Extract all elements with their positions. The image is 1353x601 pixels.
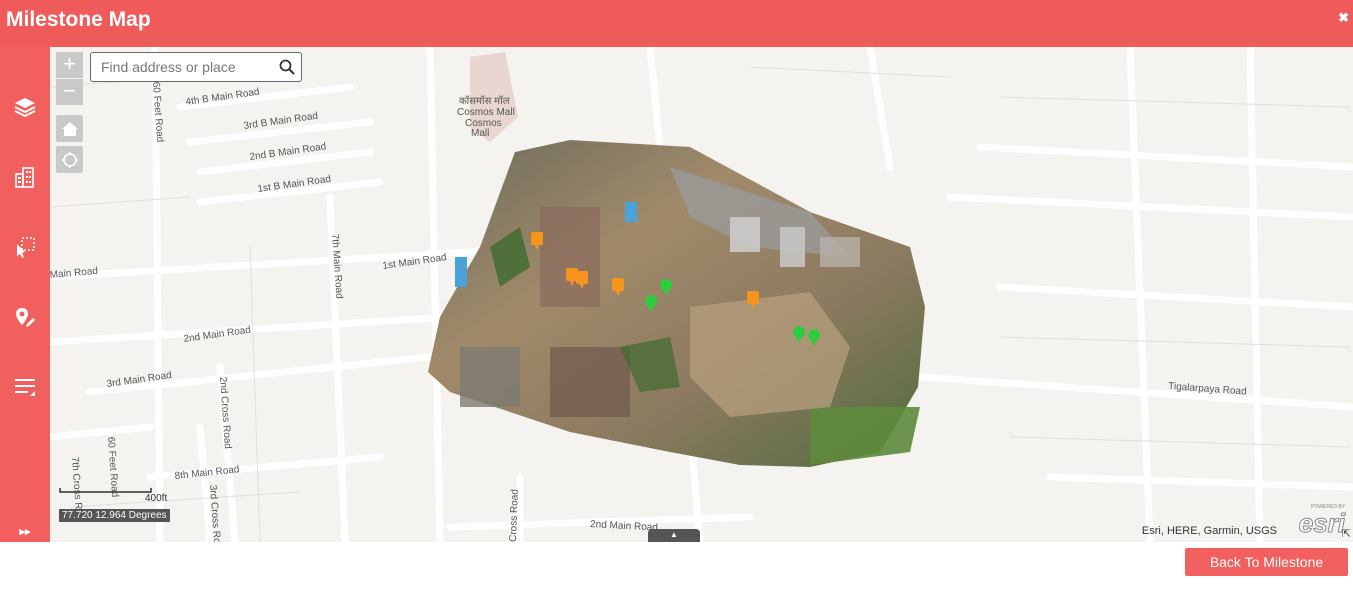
- poi-label-line3: Mall: [471, 128, 489, 139]
- legend-list-icon: [15, 379, 35, 396]
- expand-sidebar-icon[interactable]: ▸▸: [0, 525, 50, 538]
- road-label-11: 2nd Cross Road: [217, 376, 233, 449]
- resize-handle-icon[interactable]: ⇱: [1342, 527, 1351, 540]
- select-draw-button[interactable]: [0, 227, 50, 267]
- search-box: [90, 52, 302, 82]
- poi-label-hindi: कॉसमॉस मॉल: [459, 95, 510, 107]
- esri-logo: POWERED BY esri: [1298, 504, 1345, 538]
- esri-wordmark: esri: [1298, 508, 1345, 538]
- title-bar: Milestone Map ✖: [0, 0, 1353, 47]
- location-edit-icon: [16, 308, 35, 327]
- road-label-16: Cross Road: [508, 489, 521, 542]
- coordinates-readout: 77.720 12.964 Degrees: [59, 509, 170, 522]
- road-label-9: 2nd Main Road: [183, 325, 252, 345]
- road-label-5: 60 Feet Road: [150, 81, 165, 142]
- home-button[interactable]: [56, 115, 83, 142]
- location-edit-button[interactable]: [0, 297, 50, 337]
- footer: Back To Milestone: [0, 542, 1353, 601]
- locate-icon: [61, 151, 78, 168]
- zoom-out-button[interactable]: −: [56, 79, 83, 105]
- window-title: Milestone Map: [6, 8, 151, 31]
- poi-label-en: Cosmos Mall: [457, 107, 515, 118]
- search-icon[interactable]: [279, 59, 295, 80]
- buildings-icon: [15, 167, 34, 188]
- zoom-in-button[interactable]: +: [56, 52, 83, 78]
- back-to-milestone-button[interactable]: Back To Milestone: [1185, 548, 1348, 576]
- collapse-panel-tab[interactable]: ▲: [648, 529, 700, 542]
- locate-button[interactable]: [56, 146, 83, 173]
- basemap: कॉसमॉस मॉल Cosmos Mall Cosmos Mall 4th B…: [50, 47, 1353, 542]
- scale-bar: 400ft: [59, 487, 169, 506]
- scale-label: 400ft: [145, 493, 168, 504]
- map-view[interactable]: कॉसमॉस मॉल Cosmos Mall Cosmos Mall 4th B…: [50, 47, 1353, 542]
- road-label-8: Main Road: [50, 266, 98, 281]
- buildings-button[interactable]: [0, 157, 50, 197]
- map-attribution: Esri, HERE, Garmin, USGS: [1141, 525, 1277, 537]
- home-icon: [61, 121, 78, 136]
- layers-icon: [14, 98, 36, 118]
- search-input[interactable]: [101, 59, 271, 75]
- layers-button[interactable]: [0, 87, 50, 127]
- legend-list-button[interactable]: [0, 367, 50, 407]
- sidebar: ▸▸: [0, 47, 50, 542]
- zoom-control: + −: [56, 52, 83, 106]
- select-draw-icon: [17, 237, 35, 258]
- close-icon[interactable]: ✖: [1338, 10, 1349, 26]
